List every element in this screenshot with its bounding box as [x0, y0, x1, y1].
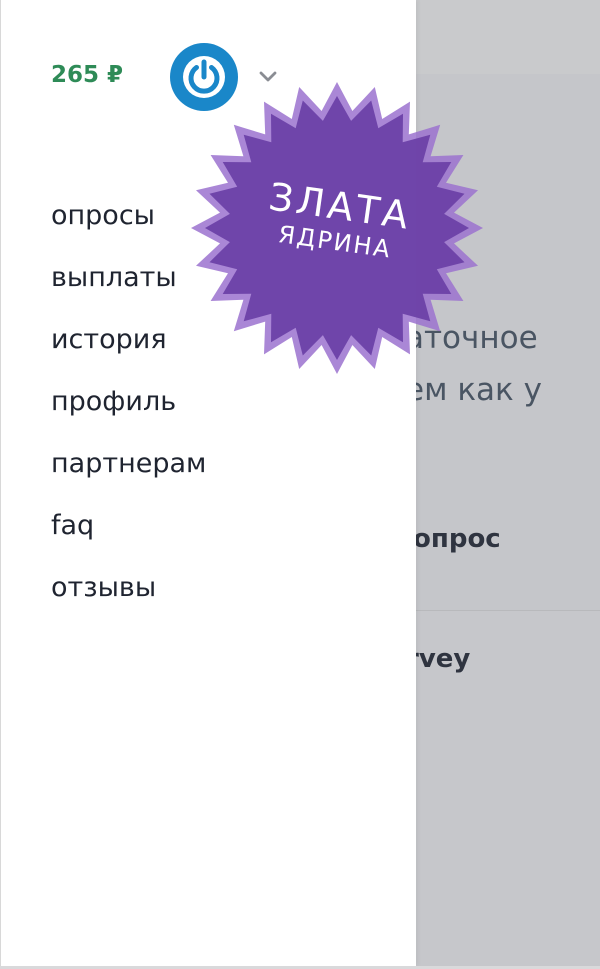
watermark-stamp: ЗЛАТА ЯДРИНА	[188, 82, 486, 374]
watermark-text: ЗЛАТА ЯДРИНА	[169, 63, 505, 394]
menu-item-faq[interactable]: faq	[51, 502, 206, 564]
balance-amount: 265 ₽	[51, 62, 124, 88]
menu-item-partners[interactable]: партнерам	[51, 440, 206, 502]
background-survey-title: опрос	[413, 524, 501, 554]
menu-item-reviews[interactable]: отзывы	[51, 564, 206, 626]
menu-item-profile[interactable]: профиль	[51, 378, 206, 440]
